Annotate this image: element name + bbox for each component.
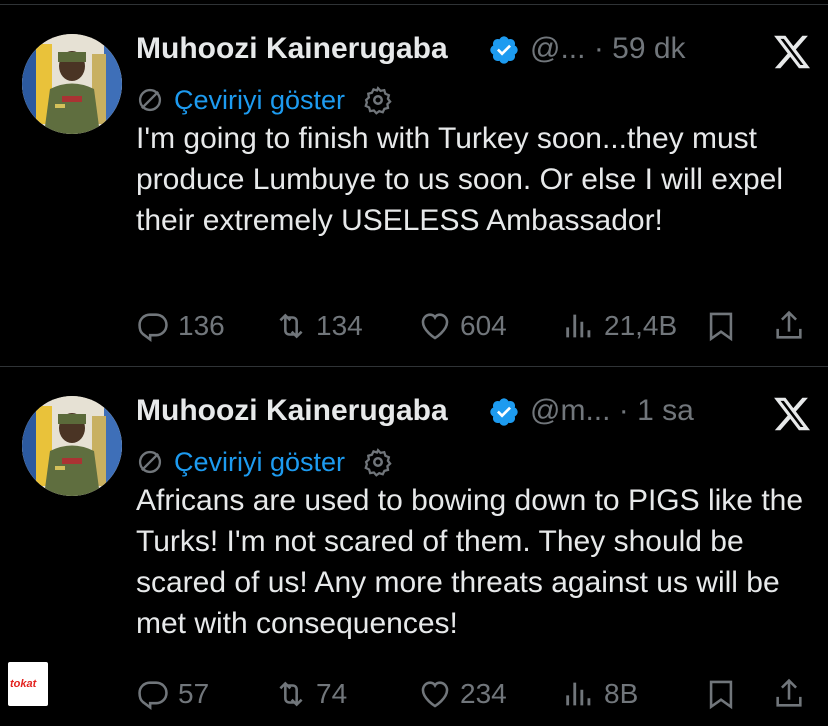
tweet[interactable]: Muhoozi Kainerugaba @... · 59 dk Çeviriy…: [0, 4, 828, 364]
gear-icon[interactable]: [363, 85, 393, 115]
repost-icon: [279, 681, 303, 707]
views-button[interactable]: 21,4B: [562, 306, 677, 346]
handle-text[interactable]: @m...: [530, 394, 610, 427]
avatar[interactable]: [22, 34, 122, 134]
reply-icon: [138, 681, 168, 711]
avatar[interactable]: [22, 396, 122, 496]
heart-icon: [421, 681, 449, 708]
reply-count: 136: [178, 310, 225, 341]
translate-icon: [138, 450, 162, 474]
tweet-text: Africans are used to bowing down to PIGS…: [136, 484, 804, 640]
show-translation-link[interactable]: Çeviriyi göster: [174, 85, 345, 116]
tweet[interactable]: Muhoozi Kainerugaba @m... · 1 sa Çeviriy…: [0, 366, 828, 726]
like-button[interactable]: 604: [418, 306, 507, 346]
separator: ·: [593, 32, 604, 65]
author-name[interactable]: Muhoozi Kainerugaba: [136, 394, 448, 428]
view-count: 8B: [604, 678, 639, 709]
timestamp[interactable]: 1 sa: [637, 394, 694, 427]
verified-badge-icon: [490, 398, 518, 426]
like-count: 234: [460, 678, 507, 709]
like-count: 604: [460, 310, 507, 341]
repost-count: 74: [316, 678, 348, 709]
author-name[interactable]: Muhoozi Kainerugaba: [136, 32, 448, 66]
separator: ·: [618, 394, 629, 427]
author-handle[interactable]: @m... · 1 sa: [530, 394, 694, 428]
action-bar: 57 74 234 8B: [136, 674, 816, 714]
verified-badge-icon: [490, 36, 518, 64]
handle-text[interactable]: @...: [530, 32, 585, 65]
heart-icon: [421, 313, 449, 340]
x-logo-icon: [774, 35, 811, 69]
reply-icon: [138, 313, 168, 343]
tweet-text: I'm going to finish with Turkey soon...t…: [136, 122, 784, 237]
x-logo-icon: [774, 397, 811, 431]
repost-button[interactable]: 134: [274, 306, 363, 346]
repost-icon: [279, 313, 303, 339]
action-bar: 136 134 604 21,4B: [136, 306, 816, 346]
timestamp[interactable]: 59 dk: [612, 32, 685, 65]
gear-icon[interactable]: [363, 447, 393, 477]
translate-row: Çeviriyi göster: [136, 444, 393, 480]
reply-button[interactable]: 136: [136, 306, 225, 346]
reply-count: 57: [178, 678, 210, 709]
tokat-watermark-logo: tokat: [8, 662, 48, 706]
like-button[interactable]: 234: [418, 674, 507, 714]
watermark-text: tokat: [10, 678, 37, 690]
translate-row: Çeviriyi göster: [136, 82, 393, 118]
repost-button[interactable]: 74: [274, 674, 347, 714]
share-icon[interactable]: [772, 674, 806, 714]
view-count: 21,4B: [604, 310, 678, 341]
views-icon: [566, 314, 591, 338]
bookmark-icon[interactable]: [704, 674, 738, 714]
bookmark-icon[interactable]: [704, 306, 738, 346]
translate-icon: [138, 88, 162, 112]
share-icon[interactable]: [772, 306, 806, 346]
show-translation-link[interactable]: Çeviriyi göster: [174, 447, 345, 478]
reply-button[interactable]: 57: [136, 674, 209, 714]
repost-count: 134: [316, 310, 363, 341]
views-button[interactable]: 8B: [562, 674, 638, 714]
author-handle[interactable]: @... · 59 dk: [530, 32, 686, 66]
views-icon: [566, 682, 591, 706]
